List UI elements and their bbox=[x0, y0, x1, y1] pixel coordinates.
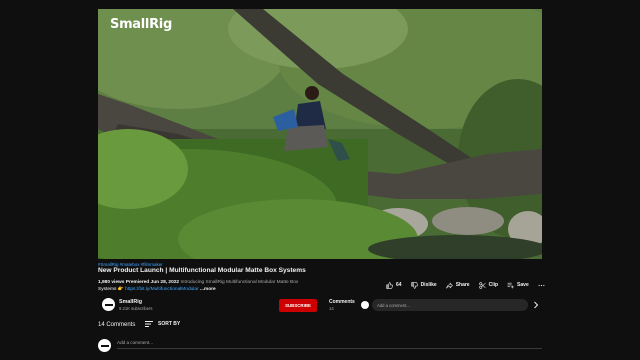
channel-avatar[interactable] bbox=[102, 298, 115, 311]
thumbs-down-icon bbox=[410, 281, 418, 289]
comment-teaser-input[interactable]: Add a comment... bbox=[372, 299, 528, 311]
description-link[interactable]: https://bit.ly/MultifunctionalModular bbox=[125, 287, 199, 292]
user-avatar-mark bbox=[100, 344, 109, 347]
share-button[interactable]: Share bbox=[445, 281, 470, 289]
share-label: Share bbox=[455, 282, 470, 288]
comments-teaser-count: 14 bbox=[329, 306, 334, 311]
playlist-add-icon bbox=[507, 282, 514, 288]
sort-by-label: SORT BY bbox=[158, 321, 181, 327]
comments-teaser-label[interactable]: Comments bbox=[329, 299, 355, 305]
like-button[interactable]: 64 bbox=[386, 281, 402, 289]
share-icon bbox=[445, 281, 453, 289]
chevron-right-icon[interactable] bbox=[533, 301, 539, 309]
scissors-icon bbox=[478, 281, 486, 289]
premiere-date: Premiered Jun 28, 2022 bbox=[125, 280, 180, 285]
description-text-2: Systems 👉 bbox=[98, 287, 124, 292]
description-text: Introducing SmallRig Multifunctional Mod… bbox=[180, 280, 299, 285]
subscribe-button[interactable]: SUBSCRIBE bbox=[279, 299, 317, 312]
more-horizontal-icon bbox=[538, 284, 545, 286]
user-avatar bbox=[98, 339, 111, 352]
video-frame bbox=[98, 9, 542, 259]
video-title: New Product Launch | Multifunctional Mod… bbox=[98, 267, 306, 274]
video-actions: 64 Dislike Share Clip Save bbox=[386, 281, 545, 289]
more-actions-button[interactable] bbox=[538, 282, 545, 289]
thumbs-up-icon bbox=[386, 281, 393, 289]
sort-icon bbox=[145, 321, 153, 327]
description-line-1[interactable]: 1,980 views Premiered Jun 28, 2022 Intro… bbox=[98, 280, 298, 285]
channel-watermark-logo: SmallRig bbox=[110, 17, 172, 32]
add-comment-input[interactable]: Add a comment... bbox=[117, 340, 153, 345]
like-count: 64 bbox=[396, 282, 402, 288]
dislike-button[interactable]: Dislike bbox=[410, 281, 437, 289]
commenter-avatar bbox=[361, 301, 369, 309]
description-line-2[interactable]: Systems 👉 https://bit.ly/Multifunctional… bbox=[98, 287, 216, 292]
save-label: Save bbox=[517, 282, 529, 288]
dislike-label: Dislike bbox=[420, 282, 437, 288]
clip-button[interactable]: Clip bbox=[478, 281, 499, 289]
clip-label: Clip bbox=[488, 282, 499, 288]
subscriber-count: 9.21K subscribers bbox=[119, 306, 153, 311]
save-button[interactable]: Save bbox=[507, 282, 529, 289]
show-more-button[interactable]: ...more bbox=[200, 287, 216, 292]
comments-count: 14 Comments bbox=[98, 322, 136, 328]
channel-logo-mark bbox=[104, 303, 113, 306]
add-comment-underline bbox=[117, 348, 542, 349]
comment-teaser-placeholder: Add a comment... bbox=[377, 302, 410, 308]
video-player[interactable]: SmallRig bbox=[98, 9, 542, 259]
channel-name[interactable]: SmallRig bbox=[119, 299, 142, 305]
sort-by-button[interactable]: SORT BY bbox=[145, 321, 180, 327]
view-count: 1,980 views bbox=[98, 280, 125, 285]
